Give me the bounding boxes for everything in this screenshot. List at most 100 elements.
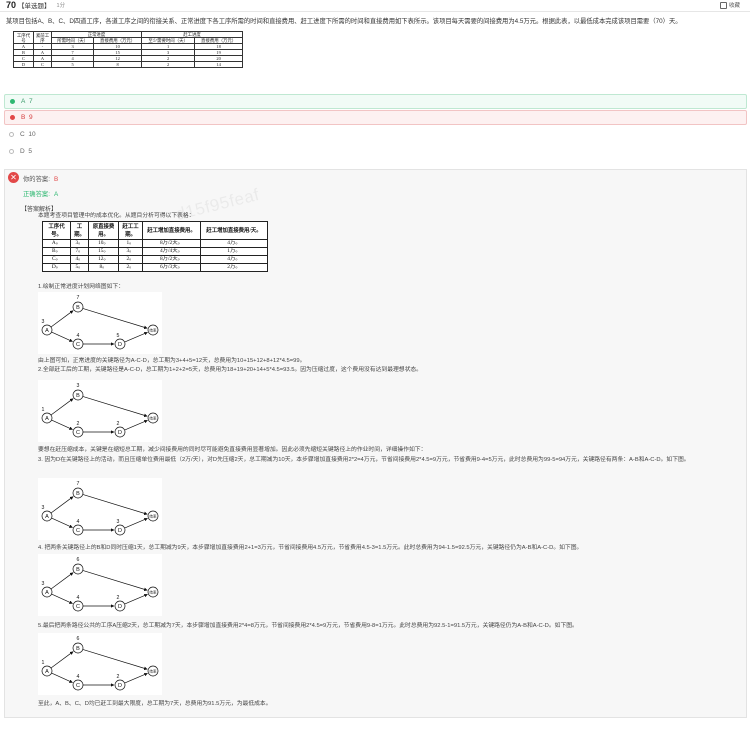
node-c-label: C [76, 342, 80, 348]
radio-icon [9, 149, 14, 154]
node-a-label: A [45, 328, 49, 334]
edge-a-c [51, 517, 73, 528]
duration-c: 4 [77, 519, 80, 525]
node-a-label: A [45, 590, 49, 596]
analysis-step-5: 5.最后把两条路径公共的工序A压缩2天，总工期减为7天，本步骤增加直接费用2*4… [38, 623, 578, 629]
table-cell: 2。 [118, 255, 143, 264]
question-type: 【单选题】 [18, 3, 51, 10]
edge-a-b [50, 398, 74, 416]
option-a[interactable]: A 7 [4, 94, 747, 109]
table-cell: 2万。 [200, 263, 268, 272]
option-text: 7 [28, 98, 33, 105]
node-end-label: 结束 [149, 514, 157, 519]
node-b-label: B [76, 491, 80, 497]
edge-b-end [82, 570, 148, 591]
network-svg: A B C D 结束 3 7 4 5 [42, 295, 159, 350]
header-divider [0, 11, 750, 12]
edge-b-end [82, 649, 148, 670]
table-cell: C [33, 61, 52, 68]
table-cell: 5 [50, 61, 95, 68]
question-table: 工序代号 紧前工序 正常进度 赶工进度 所需时间（天） 直接费用（万元） 至少需… [13, 31, 243, 68]
edge-a-c [51, 672, 73, 683]
duration-d: 5 [117, 333, 120, 339]
table-header-cell: 原直接费用。 [88, 221, 119, 240]
analysis-step-1-result: 由上图可知，正常进度的关键路径为A-C-D，总工期为3+4+5=12天，总费用为… [38, 358, 306, 364]
table-cell: 5。 [70, 263, 89, 272]
option-text: 10 [28, 131, 36, 138]
table-cell: 14 [194, 61, 243, 68]
my-answer-label: 你的答案: [23, 176, 50, 183]
table-header-cell: 赶工工期。 [118, 221, 143, 240]
table-cell: 7。 [70, 247, 89, 256]
edge-a-c [51, 593, 73, 604]
network-svg: A B C D 结束 1 3 2 2 [42, 383, 159, 438]
node-end-label: 结束 [149, 416, 157, 421]
correct-answer: 正确答案: A [23, 189, 58, 198]
duration-a: 1 [42, 660, 45, 666]
analysis-intro: 本题考查项目管理中的成本优化。从题目分析可得以下表格： [38, 213, 195, 219]
node-b-label: B [76, 393, 80, 399]
table-cell: 2 [140, 61, 196, 68]
table-cell: B。 [42, 247, 71, 256]
edge-d-end [124, 672, 148, 684]
edge-b-end [82, 494, 148, 515]
radio-icon [10, 99, 15, 104]
duration-c: 4 [77, 674, 80, 680]
question-score: 1分 [56, 3, 66, 9]
analysis-step-4: 4. 把两条关键路径上的B和D同时压缩1天，总工期减为9天，本步骤增加直接费用2… [38, 545, 583, 551]
node-b-label: B [76, 646, 80, 652]
table-cell: 10。 [88, 239, 119, 248]
table-cell: 15。 [88, 247, 119, 256]
radio-icon [10, 115, 15, 120]
duration-a: 1 [42, 407, 45, 413]
option-letter: B [21, 114, 26, 121]
option-b[interactable]: B 9 [4, 110, 747, 125]
question-stem: 某项目包括A、B、C、D四道工序，各道工序之间的衔接关系、正常进度下各工序所需的… [6, 18, 682, 25]
table-cell: 2。 [118, 263, 143, 272]
th-cost2: 直接费用（万元） [194, 37, 243, 44]
table-cell: 12。 [88, 255, 119, 264]
node-b-label: B [76, 305, 80, 311]
node-c-label: C [76, 430, 80, 436]
duration-b: 6 [77, 557, 80, 563]
table-cell: 8。 [88, 263, 119, 272]
table-cell: 3。 [118, 247, 143, 256]
node-c-label: C [76, 528, 80, 534]
node-end-label: 结束 [149, 328, 157, 333]
table-header-cell: 赶工增加直接费用。 [142, 221, 201, 240]
option-c[interactable]: C 10 [4, 127, 747, 142]
collect-button[interactable]: 收藏 [719, 1, 740, 9]
edge-a-c [51, 419, 73, 430]
edge-a-b [50, 496, 74, 514]
node-d-label: D [118, 683, 122, 689]
analysis-table: 工序代号。 工期。 原直接费用。 赶工工期。 赶工增加直接费用。 赶工增加直接费… [42, 221, 268, 272]
duration-d: 2 [117, 595, 120, 601]
table-cell: 8 [93, 61, 142, 68]
network-diagram-4: A B C D 结束 3 6 4 2 [38, 554, 162, 616]
table-header-cell: 赶工增加直接费用/天。 [200, 221, 268, 240]
option-letter: C [20, 131, 25, 138]
duration-b: 7 [77, 295, 80, 301]
duration-a: 3 [42, 581, 45, 587]
network-diagram-5: A B C D 结束 1 6 4 2 [38, 633, 162, 695]
table-cell: C。 [42, 255, 71, 264]
edge-a-c [51, 331, 73, 342]
node-d-label: D [118, 528, 122, 534]
table-row: B。 7。 15。 3。 4万/4天。 1万。 [42, 247, 268, 256]
node-d-label: D [118, 342, 122, 348]
node-a-label: A [45, 514, 49, 520]
option-d[interactable]: D 5 [4, 144, 747, 159]
option-text: 5 [28, 148, 32, 155]
analysis-conclusion: 至此，A、B、C、D均已赶工到最大限度，总工期为7天，总费用为91.5万元，为最… [38, 701, 272, 707]
table-cell: 4万。 [200, 239, 268, 248]
edge-b-end [82, 308, 148, 329]
th-code: 工序代号 [13, 31, 34, 44]
edge-d-end [124, 593, 148, 605]
node-end-label: 结束 [149, 590, 157, 595]
duration-a: 3 [42, 505, 45, 511]
radio-icon [9, 132, 14, 137]
table-row: C。 4。 12。 2。 8万/2天。 4万。 [42, 255, 268, 264]
table-cell: 4。 [70, 255, 89, 264]
network-diagram-1: A B C D 结束 3 7 4 5 [38, 292, 162, 354]
table-cell: 3。 [70, 239, 89, 248]
